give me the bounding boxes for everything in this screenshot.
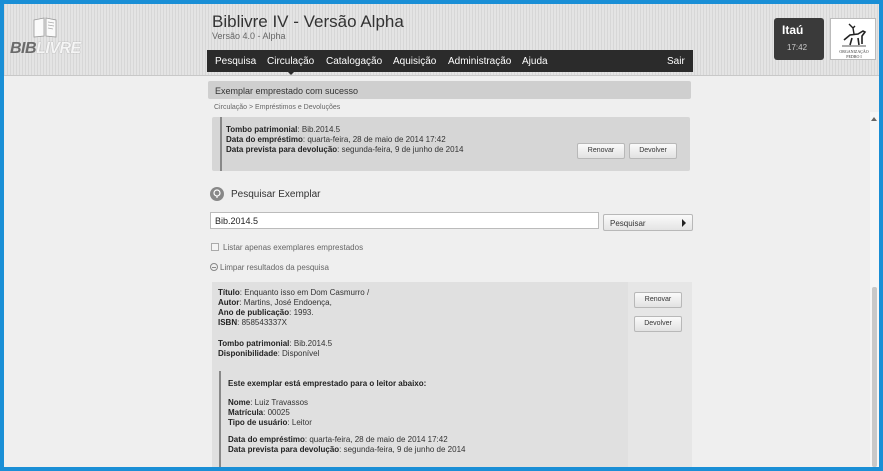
result-tombo-field: Tombo patrimonial: Bib.2014.5: [218, 339, 333, 348]
loan-date-field: Data do empréstimo: quarta-feira, 28 de …: [226, 135, 446, 144]
app-window: BIBLIVRE Biblivre IV - Versão Alpha Vers…: [4, 4, 879, 467]
result-availability-field: Disponibilidade: Disponível: [218, 349, 320, 358]
search-input[interactable]: [210, 212, 599, 229]
loan-tombo-field: Tombo patrimonial: Bib.2014.5: [226, 125, 341, 134]
book-logo-icon: [33, 17, 57, 38]
main-menu: Pesquisa Circulação Catalogação Aquisiçã…: [207, 50, 693, 75]
menu-item-catalogacao[interactable]: Catalogação: [326, 56, 382, 67]
logo-text-dark: BIB: [10, 40, 37, 57]
result-return-button[interactable]: Devolver: [634, 316, 682, 332]
reader-name-field: Nome: Luiz Travassos: [228, 398, 309, 407]
menu-item-circulacao[interactable]: Circulação: [267, 56, 314, 75]
org-logo-text: ORGANIZAÇÃO PEDRO I: [839, 49, 869, 59]
menu-item-ajuda[interactable]: Ajuda: [522, 56, 548, 67]
header: BIBLIVRE Biblivre IV - Versão Alpha Vers…: [4, 4, 879, 76]
result-actions: Renovar Devolver: [628, 282, 692, 467]
minus-circle-icon: [210, 263, 218, 271]
reader-due-date-field: Data prevista para devolução: segunda-fe…: [228, 445, 466, 454]
library-name: Itaú: [782, 23, 804, 37]
reader-heading: Este exemplar está emprestado para o lei…: [228, 379, 427, 388]
result-isbn-field: ISBN: 858543337X: [218, 318, 287, 327]
menu-item-pesquisa[interactable]: Pesquisa: [215, 56, 256, 67]
clear-results-label: Limpar resultados da pesquisa: [220, 263, 329, 272]
reader-loan-date-field: Data do empréstimo: quarta-feira, 28 de …: [228, 435, 448, 444]
success-message-text: Exemplar emprestado com sucesso: [215, 86, 359, 96]
loan-due-date-field: Data prevista para devolução: segunda-fe…: [226, 145, 464, 154]
only-loaned-label: Listar apenas exemplares emprestados: [223, 243, 364, 252]
arrow-right-icon: [682, 219, 686, 227]
result-author-field: Autor: Martins, José Endoença,: [218, 298, 332, 307]
return-button[interactable]: Devolver: [629, 143, 677, 159]
panel-divider: [220, 117, 222, 171]
success-message: Exemplar emprestado com sucesso: [208, 81, 691, 99]
search-button[interactable]: Pesquisar: [603, 214, 693, 231]
loan-summary-panel: Tombo patrimonial: Bib.2014.5 Data do em…: [212, 117, 690, 171]
library-status: Itaú 17:42: [774, 18, 824, 60]
scrollbar-thumb[interactable]: [872, 287, 877, 467]
search-pin-icon: [210, 187, 224, 201]
reader-panel: Este exemplar está emprestado para o lei…: [219, 371, 619, 467]
search-title: Pesquisar Exemplar: [231, 189, 321, 200]
logout-button[interactable]: Sair: [667, 56, 685, 67]
clear-results-link[interactable]: Limpar resultados da pesquisa: [210, 263, 329, 272]
menu-item-aquisicao[interactable]: Aquisição: [393, 56, 436, 67]
reader-enrollment-field: Matrícula: 00025: [228, 408, 290, 417]
clock: 17:42: [787, 43, 808, 52]
organization-logo: ORGANIZAÇÃO PEDRO I: [830, 18, 876, 60]
only-loaned-option[interactable]: Listar apenas exemplares emprestados: [211, 243, 363, 252]
menu-item-administracao[interactable]: Administração: [448, 56, 511, 67]
result-title-field: Título: Enquanto isso em Dom Casmurro /: [218, 288, 370, 297]
app-title: Biblivre IV - Versão Alpha: [212, 12, 404, 31]
main-content: Exemplar emprestado com sucesso Circulaç…: [4, 77, 879, 467]
reader-user-type-field: Tipo de usuário: Leitor: [228, 418, 312, 427]
scroll-up-icon[interactable]: [871, 117, 877, 121]
breadcrumb: Circulação > Empréstimos e Devoluções: [214, 104, 341, 111]
result-renew-button[interactable]: Renovar: [634, 292, 682, 308]
biblivre-logo[interactable]: BIBLIVRE: [10, 16, 100, 57]
result-year-field: Ano de publicação: 1993.: [218, 308, 314, 317]
search-button-label: Pesquisar: [610, 219, 646, 228]
only-loaned-checkbox[interactable]: [211, 243, 219, 251]
logo-text-light: LIVRE: [36, 40, 81, 57]
app-version: Versão 4.0 - Alpha: [212, 31, 286, 41]
horse-rider-icon: [842, 23, 867, 47]
search-result: Título: Enquanto isso em Dom Casmurro / …: [212, 282, 628, 467]
renew-button[interactable]: Renovar: [577, 143, 625, 159]
